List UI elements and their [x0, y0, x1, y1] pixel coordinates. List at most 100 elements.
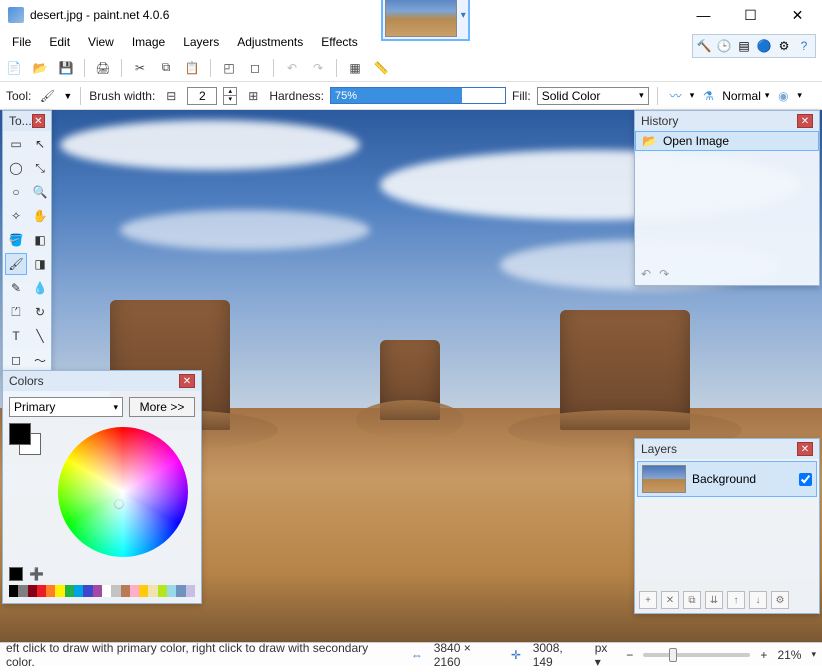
- palette-swatch[interactable]: [139, 585, 148, 597]
- current-tool-icon[interactable]: 🖌: [37, 86, 57, 106]
- crop-icon[interactable]: ◰: [219, 58, 239, 78]
- color-mode-select[interactable]: Primary▾: [9, 397, 123, 417]
- delete-layer-icon[interactable]: ✕: [661, 591, 679, 609]
- palette-swatch[interactable]: [121, 585, 130, 597]
- brush-decrease-icon[interactable]: ⊟: [161, 86, 181, 106]
- paintbrush-tool[interactable]: 🖌: [5, 253, 27, 275]
- primary-color-swatch[interactable]: [9, 423, 31, 445]
- colors-panel-close[interactable]: ✕: [179, 374, 195, 388]
- move-up-icon[interactable]: ↑: [727, 591, 745, 609]
- color-picker-tool[interactable]: 💧: [29, 277, 51, 299]
- zoom-in-icon[interactable]: +: [760, 648, 767, 662]
- palette-swatch[interactable]: [102, 585, 111, 597]
- image-thumbnail-tab[interactable]: ▾: [381, 0, 470, 41]
- history-panel-close[interactable]: ✕: [797, 114, 813, 128]
- zoom-slider[interactable]: [643, 653, 750, 657]
- close-button[interactable]: ✕: [775, 1, 820, 29]
- palette-swatch[interactable]: [93, 585, 102, 597]
- thumbnail-dropdown-icon[interactable]: ▾: [461, 10, 466, 21]
- add-layer-icon[interactable]: +: [639, 591, 657, 609]
- palette-swatch[interactable]: [158, 585, 167, 597]
- tool-dropdown-icon[interactable]: ▼: [63, 91, 72, 101]
- text-tool[interactable]: T: [5, 325, 27, 347]
- hardness-slider[interactable]: 75%: [330, 87, 506, 104]
- palette-swatch[interactable]: [9, 585, 18, 597]
- history-item[interactable]: 📂 Open Image: [635, 131, 819, 151]
- new-file-icon[interactable]: 📄: [4, 58, 24, 78]
- pencil-tool[interactable]: ✎: [5, 277, 27, 299]
- menu-view[interactable]: View: [80, 33, 122, 51]
- settings-icon[interactable]: ⚙: [775, 37, 793, 55]
- maximize-button[interactable]: ☐: [728, 1, 773, 29]
- color-wheel[interactable]: [58, 427, 188, 557]
- brush-increase-icon[interactable]: ⊞: [243, 86, 263, 106]
- clone-stamp-tool[interactable]: ⏍: [5, 301, 27, 323]
- palette-swatch[interactable]: [186, 585, 195, 597]
- layer-item[interactable]: Background: [637, 461, 817, 497]
- recolor-tool[interactable]: ↻: [29, 301, 51, 323]
- palette-swatch[interactable]: [28, 585, 37, 597]
- more-colors-button[interactable]: More >>: [129, 397, 195, 417]
- merge-down-icon[interactable]: ⇊: [705, 591, 723, 609]
- layers-panel-close[interactable]: ✕: [797, 442, 813, 456]
- palette-swatch[interactable]: [55, 585, 64, 597]
- cut-icon[interactable]: ✂: [130, 58, 150, 78]
- deselect-icon[interactable]: ◻: [245, 58, 265, 78]
- shapes-tool[interactable]: ◻: [5, 349, 27, 371]
- overwrite-icon[interactable]: ◉: [773, 86, 793, 106]
- print-icon[interactable]: 🖨: [93, 58, 113, 78]
- paste-icon[interactable]: 📋: [182, 58, 202, 78]
- copy-icon[interactable]: ⧉: [156, 58, 176, 78]
- add-color-icon[interactable]: ➕: [29, 567, 44, 581]
- brush-width-spinner[interactable]: ▴▾: [223, 87, 237, 105]
- palette-swatch[interactable]: [167, 585, 176, 597]
- palette-swatch[interactable]: [176, 585, 185, 597]
- unit-select[interactable]: px ▾: [595, 641, 616, 669]
- menu-image[interactable]: Image: [124, 33, 173, 51]
- palette-swatch[interactable]: [18, 585, 27, 597]
- palette-swatch[interactable]: [83, 585, 92, 597]
- color-palette[interactable]: [9, 585, 195, 597]
- mini-swatch-primary[interactable]: [9, 567, 23, 581]
- redo-icon[interactable]: ↷: [308, 58, 328, 78]
- zoom-tool[interactable]: 🔍: [29, 181, 51, 203]
- gradient-tool[interactable]: ◧: [29, 229, 51, 251]
- save-file-icon[interactable]: 💾: [56, 58, 76, 78]
- fill-select[interactable]: Solid Color▾: [537, 87, 649, 105]
- eraser-tool[interactable]: ◨: [29, 253, 51, 275]
- move-selection-tool[interactable]: ⤡: [29, 157, 51, 179]
- open-file-icon[interactable]: 📂: [30, 58, 50, 78]
- layer-properties-icon[interactable]: ⚙: [771, 591, 789, 609]
- canvas-area[interactable]: To... ✕ ▭ ↖ ◯ ⤡ ○ 🔍 ✧ ✋ 🪣 ◧ 🖌 ◨ ✎ 💧 ⏍ ↻ …: [0, 110, 822, 642]
- palette-swatch[interactable]: [65, 585, 74, 597]
- move-down-icon[interactable]: ↓: [749, 591, 767, 609]
- palette-swatch[interactable]: [148, 585, 157, 597]
- paint-bucket-tool[interactable]: 🪣: [5, 229, 27, 251]
- history-window-toggle[interactable]: 🕒: [715, 37, 733, 55]
- palette-swatch[interactable]: [74, 585, 83, 597]
- tools-panel-close[interactable]: ✕: [32, 114, 45, 128]
- palette-swatch[interactable]: [37, 585, 46, 597]
- lasso-select-tool[interactable]: ◯: [5, 157, 27, 179]
- layers-window-toggle[interactable]: ▤: [735, 37, 753, 55]
- colors-window-toggle[interactable]: 🔵: [755, 37, 773, 55]
- blend-dropdown-icon[interactable]: ▾: [765, 90, 770, 101]
- help-icon[interactable]: ?: [795, 37, 813, 55]
- tools-window-toggle[interactable]: 🔨: [695, 37, 713, 55]
- history-redo-icon[interactable]: ↷: [659, 267, 669, 281]
- undo-icon[interactable]: ↶: [282, 58, 302, 78]
- ruler-icon[interactable]: 📏: [371, 58, 391, 78]
- move-selected-tool[interactable]: ↖: [29, 133, 51, 155]
- menu-layers[interactable]: Layers: [175, 33, 227, 51]
- zoom-out-icon[interactable]: −: [626, 648, 633, 662]
- menu-effects[interactable]: Effects: [313, 33, 365, 51]
- ellipse-select-tool[interactable]: ○: [5, 181, 27, 203]
- menu-edit[interactable]: Edit: [41, 33, 78, 51]
- curve-tool[interactable]: ～: [29, 349, 51, 371]
- rectangle-select-tool[interactable]: ▭: [5, 133, 27, 155]
- palette-swatch[interactable]: [46, 585, 55, 597]
- palette-swatch[interactable]: [111, 585, 120, 597]
- minimize-button[interactable]: —: [681, 1, 726, 29]
- color-swatches[interactable]: [9, 423, 45, 459]
- history-undo-icon[interactable]: ↶: [641, 267, 651, 281]
